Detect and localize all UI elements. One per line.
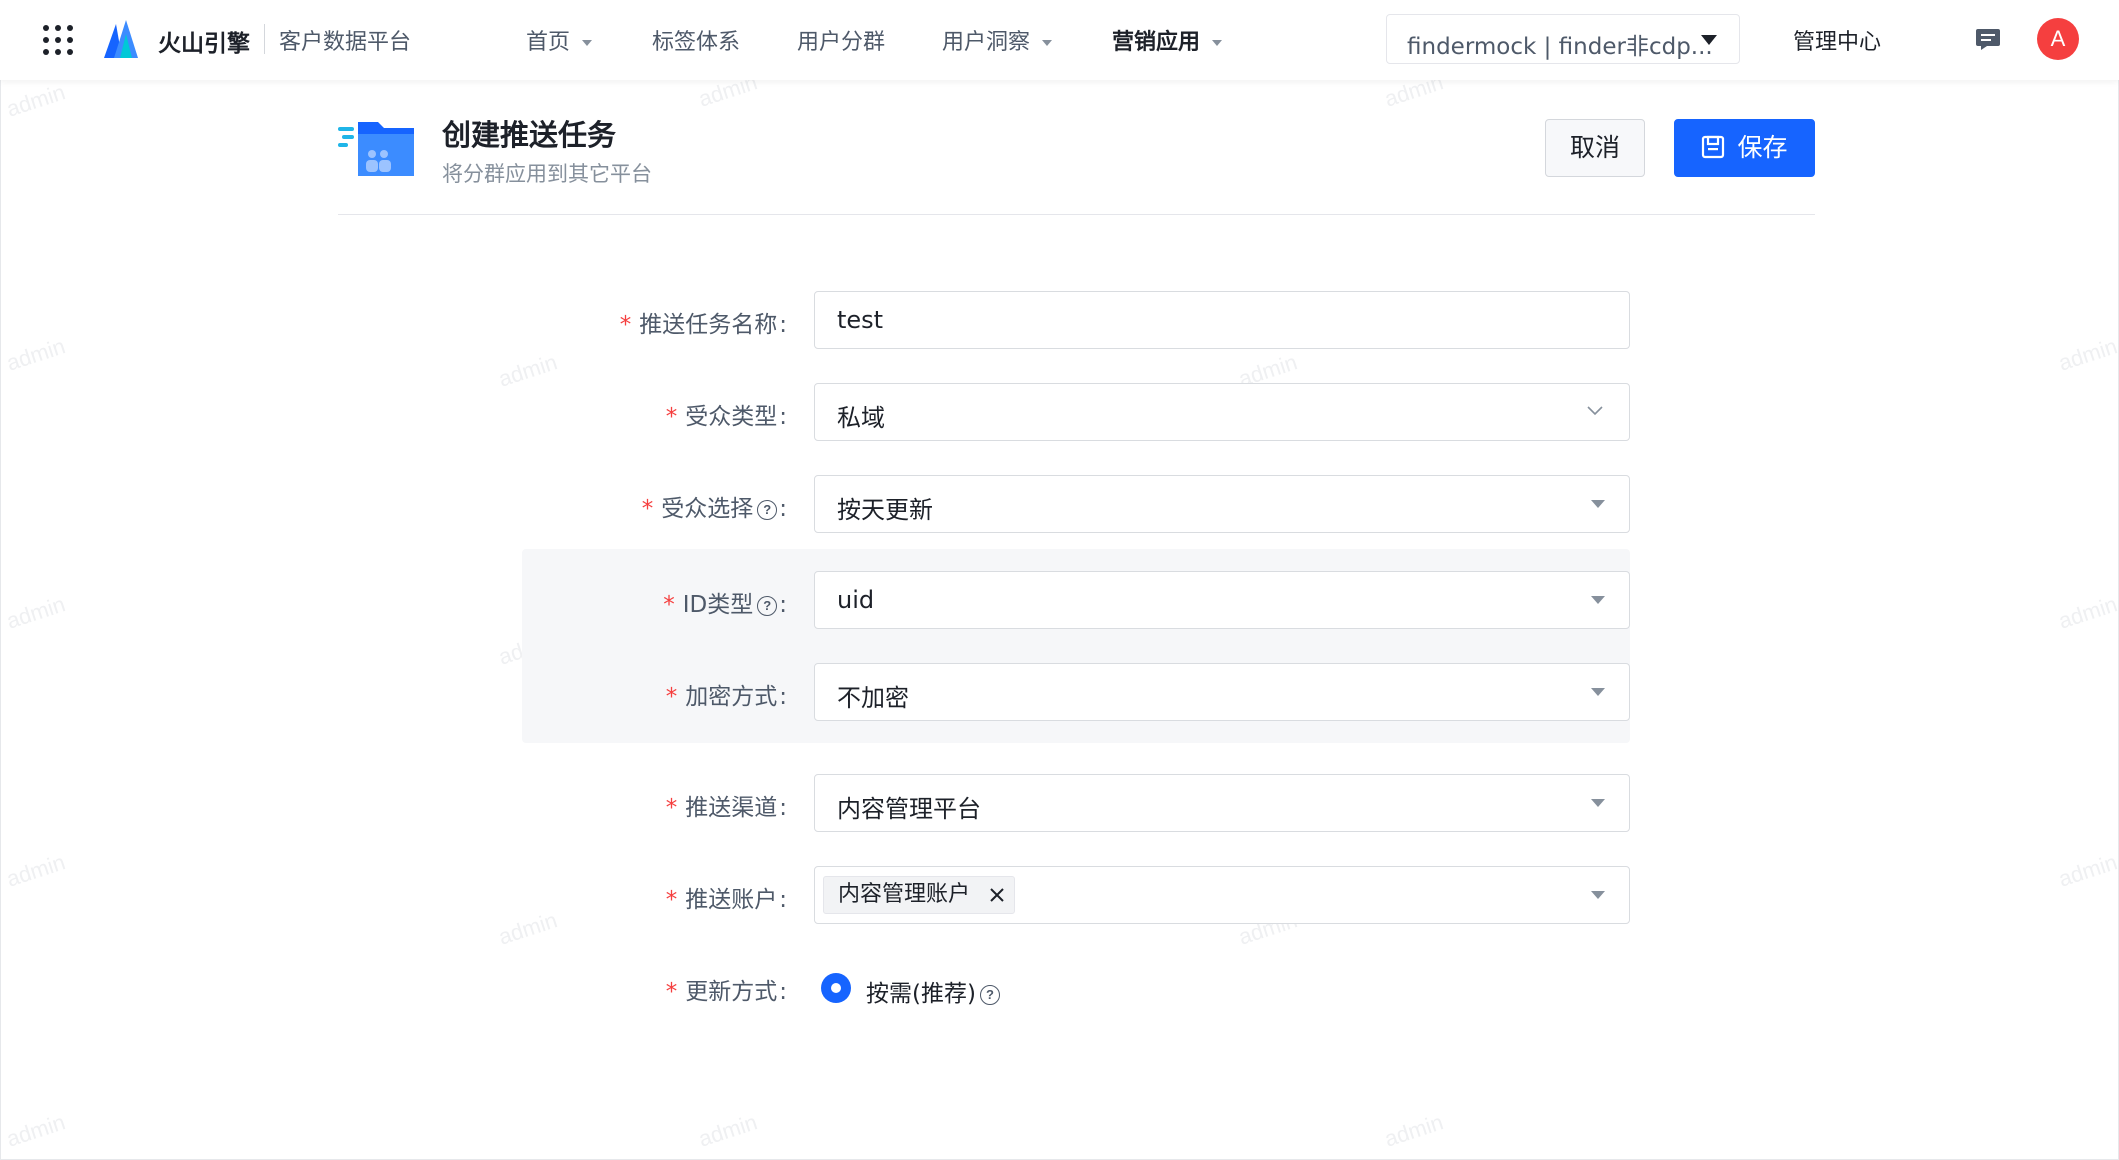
dropdown-arrow-icon (1591, 688, 1605, 696)
channel-label: * 推送渠道: (665, 795, 787, 821)
folder-icon (338, 122, 414, 176)
project-selector[interactable]: findermock | finder非cdp... (1386, 14, 1740, 64)
update-mode-radio[interactable] (821, 973, 851, 1003)
save-button[interactable]: 保存 (1674, 119, 1815, 177)
close-icon[interactable] (988, 886, 1006, 904)
encryption-label: * 加密方式: (665, 684, 787, 710)
dropdown-arrow-icon (1591, 596, 1605, 604)
save-icon (1702, 135, 1725, 158)
nav-item-user-insights[interactable]: 用户洞察 (942, 24, 1053, 56)
chevron-down-icon (1587, 406, 1603, 416)
nav-item-tag-system[interactable]: 标签体系 (652, 24, 740, 56)
audience-type-value: 私域 (837, 404, 885, 432)
page-title: 创建推送任务 (442, 118, 617, 152)
message-icon[interactable] (1975, 28, 2001, 50)
encryption-select[interactable]: 不加密 (814, 663, 1630, 721)
help-icon[interactable]: ? (979, 984, 1000, 1005)
caret-down-icon (1212, 40, 1223, 46)
nav-item-home[interactable]: 首页 (526, 24, 593, 56)
task-name-label: * 推送任务名称: (619, 312, 787, 338)
audience-select-label: * 受众选择?: (641, 496, 787, 522)
update-mode-label: * 更新方式: (665, 979, 787, 1005)
nav-item-marketing-apps[interactable]: 营销应用 (1112, 24, 1223, 56)
account-tag-label: 内容管理账户 (838, 882, 971, 907)
brand-name: 火山引擎 (158, 31, 250, 57)
dropdown-arrow-icon (1591, 500, 1605, 508)
audience-select-value: 按天更新 (837, 496, 933, 524)
audience-select-dropdown[interactable]: 按天更新 (814, 475, 1630, 533)
caret-down-icon (582, 40, 593, 46)
encryption-value: 不加密 (837, 684, 909, 712)
top-navigation-bar: 火山引擎 客户数据平台 首页 标签体系 用户分群 用户洞察 营销应用 finde… (0, 0, 2119, 80)
dropdown-arrow-icon (1591, 891, 1605, 899)
user-avatar[interactable]: A (2037, 18, 2079, 60)
brand-divider (264, 24, 265, 54)
audience-type-select[interactable]: 私域 (814, 383, 1630, 441)
help-icon[interactable]: ? (757, 499, 778, 520)
nav-item-user-segments[interactable]: 用户分群 (797, 24, 885, 56)
help-icon[interactable]: ? (757, 595, 778, 616)
project-selector-value: findermock | finder非cdp... (1407, 34, 1713, 60)
header-divider (338, 214, 1815, 215)
admin-center-link[interactable]: 管理中心 (1793, 24, 1881, 56)
cancel-button[interactable]: 取消 (1545, 119, 1645, 177)
dropdown-arrow-icon (1701, 35, 1717, 45)
account-select[interactable]: 内容管理账户 (814, 866, 1630, 924)
audience-type-label: * 受众类型: (665, 404, 787, 430)
id-type-value: uid (837, 586, 875, 614)
caret-down-icon (1042, 40, 1053, 46)
volcano-logo-icon (104, 20, 138, 58)
account-label: * 推送账户: (665, 887, 787, 913)
channel-select[interactable]: 内容管理平台 (814, 774, 1630, 832)
task-name-value: test (837, 306, 884, 334)
page-subtitle: 将分群应用到其它平台 (442, 162, 652, 186)
app-grid-icon[interactable] (42, 24, 74, 56)
product-name: 客户数据平台 (279, 30, 412, 55)
dropdown-arrow-icon (1591, 799, 1605, 807)
channel-value: 内容管理平台 (837, 795, 981, 823)
id-type-select[interactable]: uid (814, 571, 1630, 629)
account-tag: 内容管理账户 (823, 876, 1016, 914)
task-name-input[interactable]: test (814, 291, 1630, 349)
update-mode-option[interactable]: 按需(推荐)? (866, 974, 1000, 1008)
id-type-label: * ID类型?: (663, 592, 787, 618)
